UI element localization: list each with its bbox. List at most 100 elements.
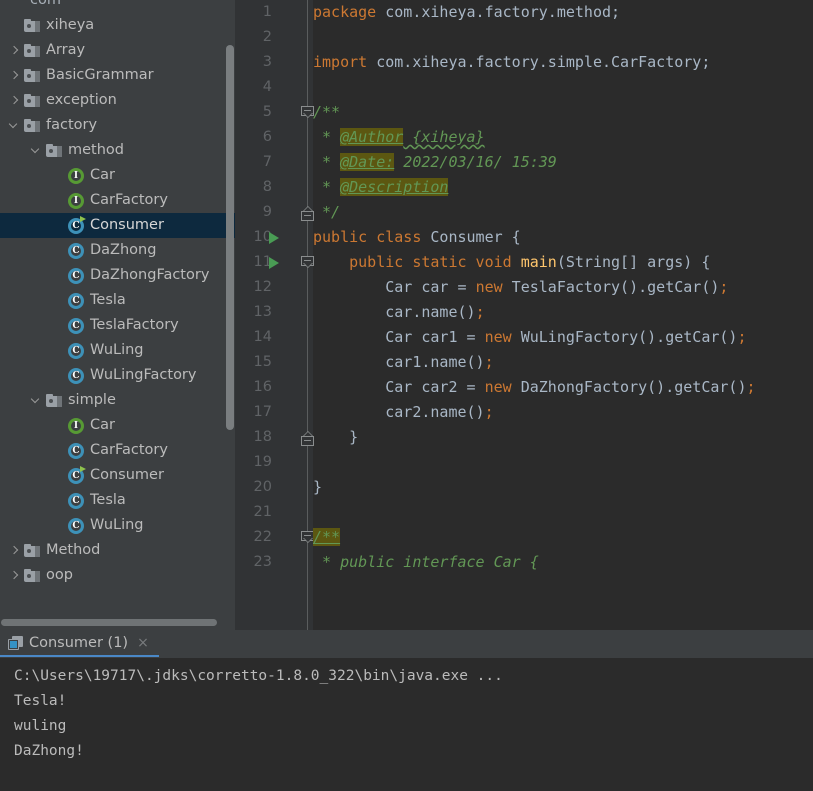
line-number: 8	[262, 179, 272, 195]
tree-item-wulingfactory[interactable]: C WuLingFactory	[0, 363, 235, 388]
code-editor[interactable]: 1 2 3 4 5 6 7 8 9 10 11 12 13 14 15 16 17 18 19 20 21 22 23 pa…	[235, 0, 813, 630]
tree-item-tesla[interactable]: C Tesla	[0, 488, 235, 513]
javadoc-tag-date: @Date:	[340, 153, 395, 171]
tree-item-exception[interactable]: exception	[0, 88, 235, 113]
console-command-path: C:\Users\19717\.jdks\corretto-1.8.0_322\…	[14, 668, 503, 684]
tree-item-carfactory[interactable]: C CarFactory	[0, 438, 235, 463]
code-line-16: Car car2 = new DaZhongFactory().getCar()…	[313, 375, 813, 400]
run-tool-window[interactable]: Consumer (1) × C:\Users\19717\.jdks\corr…	[0, 630, 813, 791]
token-comment: *	[313, 178, 341, 196]
line-number: 19	[253, 454, 272, 470]
tree-item-basicgrammar[interactable]: BasicGrammar	[0, 63, 235, 88]
editor-gutter[interactable]: 1 2 3 4 5 6 7 8 9 10 11 12 13 14 15 16 17 18 19 20 21 22 23	[235, 0, 314, 630]
console-line: DaZhong!	[14, 743, 84, 759]
code-line-18: }	[313, 425, 813, 450]
chevron-right-icon[interactable]	[8, 44, 21, 57]
tree-item-consumer[interactable]: C Consumer	[0, 463, 235, 488]
chevron-right-icon[interactable]	[8, 544, 21, 557]
folder-icon	[24, 69, 40, 82]
interface-icon: I	[68, 192, 84, 209]
token-identifier: Car car =	[313, 278, 476, 296]
tree-item-label: Consumer	[90, 467, 164, 483]
tree-item-carfactory[interactable]: I CarFactory	[0, 188, 235, 213]
tree-item-teslafactory[interactable]: C TeslaFactory	[0, 313, 235, 338]
tree-item-tesla[interactable]: C Tesla	[0, 288, 235, 313]
token-keyword: public static void	[313, 253, 521, 271]
line-number: 15	[253, 354, 272, 370]
tree-item-factory[interactable]: factory	[0, 113, 235, 138]
chevron-right-icon[interactable]	[8, 94, 21, 107]
chevron-down-icon[interactable]	[30, 144, 43, 157]
line-number: 23	[253, 554, 272, 570]
run-gutter-icon[interactable]	[269, 232, 279, 244]
tree-item-label: Array	[46, 42, 86, 58]
code-line-15: car1.name();	[313, 350, 813, 375]
code-line-17: car2.name();	[313, 400, 813, 425]
token-punct: {	[502, 228, 521, 246]
class-icon: C	[68, 367, 84, 384]
sidebar-vertical-scrollbar[interactable]	[226, 45, 234, 430]
tree-item-array[interactable]: Array	[0, 38, 235, 63]
javadoc-date-value: 2022/03/16/ 15:39	[394, 153, 557, 171]
token-brace: }	[313, 478, 323, 496]
token-comment: * public interface Car {	[313, 553, 539, 571]
tree-item-xiheya[interactable]: xiheya	[0, 13, 235, 38]
project-tree-panel[interactable]: com xiheya Array BasicGrammar exception facto…	[0, 0, 235, 630]
code-line-1: package com.xiheya.factory.method;	[313, 0, 813, 25]
line-number: 20	[253, 479, 272, 495]
line-number: 7	[262, 154, 272, 170]
code-line-6: * @Author {xiheya}	[313, 125, 813, 150]
run-tab-consumer[interactable]: Consumer (1) ×	[0, 630, 159, 657]
tree-item-oop[interactable]: oop	[0, 563, 235, 588]
chevron-right-icon[interactable]	[8, 69, 21, 82]
sidebar-horizontal-scrollbar[interactable]	[1, 619, 217, 626]
tree-item-label: Tesla	[90, 292, 126, 308]
tree-item-consumer[interactable]: C Consumer	[0, 213, 235, 238]
close-icon[interactable]: ×	[137, 636, 149, 650]
token-params: (String[] args) {	[556, 253, 711, 271]
line-number: 21	[253, 504, 272, 520]
folder-icon	[24, 19, 40, 32]
tree-item-wuling[interactable]: C WuLing	[0, 338, 235, 363]
tree-item-method[interactable]: method	[0, 138, 235, 163]
code-line-8: * @Description	[313, 175, 813, 200]
token-semicolon: ;	[484, 403, 494, 421]
folder-icon	[24, 544, 40, 557]
tree-item-simple[interactable]: simple	[0, 388, 235, 413]
console-output[interactable]: C:\Users\19717\.jdks\corretto-1.8.0_322\…	[0, 658, 813, 791]
token-comment: /**	[313, 528, 341, 546]
tree-item-label: DaZhong	[90, 242, 157, 258]
token-comment: *	[313, 128, 341, 146]
tree-item-label: WuLing	[90, 342, 144, 358]
code-line-7: * @Date: 2022/03/16/ 15:39	[313, 150, 813, 175]
token-comment: *	[313, 153, 341, 171]
code-text-area[interactable]: package com.xiheya.factory.method; impor…	[313, 0, 813, 630]
tree-item-label: WuLingFactory	[90, 367, 197, 383]
tree-item-wuling[interactable]: C WuLing	[0, 513, 235, 538]
code-line-9: */	[313, 200, 813, 225]
chevron-right-icon[interactable]	[8, 569, 21, 582]
line-number: 18	[253, 429, 272, 445]
tree-item-car[interactable]: I Car	[0, 413, 235, 438]
tree-item-dazhong[interactable]: C DaZhong	[0, 238, 235, 263]
tree-item-method[interactable]: Method	[0, 538, 235, 563]
chevron-down-icon[interactable]	[30, 394, 43, 407]
token-class-name: Consumer	[430, 228, 503, 246]
tree-item-dazhongfactory[interactable]: C DaZhongFactory	[0, 263, 235, 288]
tree-item-com[interactable]: com	[0, 0, 235, 13]
tree-item-label: com	[30, 0, 61, 8]
run-gutter-icon[interactable]	[269, 257, 279, 269]
ide-window: com xiheya Array BasicGrammar exception facto…	[0, 0, 813, 791]
chevron-down-icon[interactable]	[8, 119, 21, 132]
line-number: 1	[262, 4, 272, 20]
tree-item-car[interactable]: I Car	[0, 163, 235, 188]
token-identifier: WuLingFactory().getCar()	[511, 328, 738, 346]
class-icon: C	[68, 517, 84, 534]
folder-icon	[46, 144, 62, 157]
